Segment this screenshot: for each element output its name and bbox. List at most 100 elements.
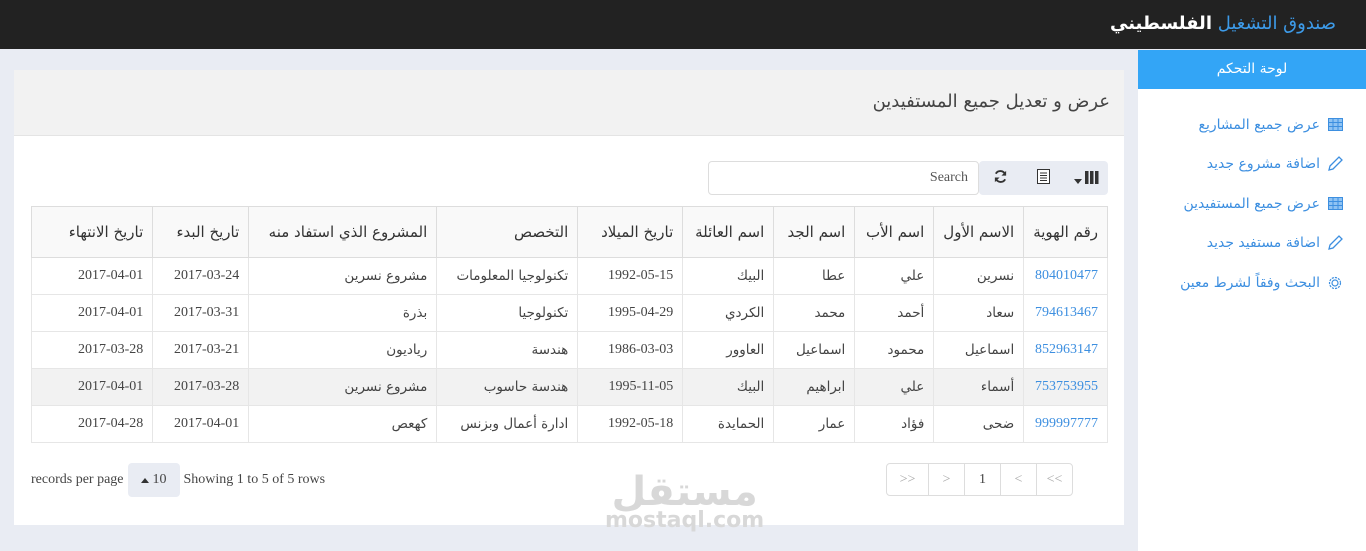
- cell-start-date: 2017-03-28: [152, 368, 250, 406]
- columns-icon: [1085, 169, 1099, 188]
- page-size-select[interactable]: 10: [127, 463, 180, 497]
- beneficiary-id-link[interactable]: 794613467: [1035, 305, 1098, 320]
- table-header-row: رقم الهوية الاسم الأول اسم الأب اسم الجد…: [30, 206, 1108, 258]
- cell-family-name: العاوور: [682, 331, 775, 369]
- cell-end-date: 2017-04-01: [30, 368, 154, 406]
- sidebar-item-label: اضافة مستفيد جديد: [1206, 235, 1320, 252]
- beneficiary-id-link[interactable]: 753753955: [1035, 379, 1098, 394]
- top-navbar: صندوق التشغيل الفلسطيني: [0, 0, 1366, 49]
- table-row[interactable]: 794613467 سعاد أحمد محمد الكردي 1995-04-29 تكن…: [30, 294, 1108, 332]
- page-first-button[interactable]: <<: [1036, 464, 1072, 495]
- gear-icon: [1326, 274, 1344, 292]
- cell-specialization: هندسة حاسوب: [436, 368, 579, 406]
- cell-grandfather-name: عمار: [773, 405, 856, 443]
- table-row[interactable]: 804010477 نسرين علي عطا البيك 1992-05-15 تكنول…: [30, 257, 1108, 295]
- col-father-name[interactable]: اسم الأب: [854, 206, 935, 258]
- cell-start-date: 2017-03-21: [152, 331, 250, 369]
- cell-id: 753753955: [1023, 368, 1108, 406]
- caret-up-icon: [140, 472, 149, 488]
- beneficiaries-table: رقم الهوية الاسم الأول اسم الأب اسم الجد…: [30, 206, 1108, 443]
- cell-birth-date: 1986-03-03: [577, 331, 684, 369]
- pencil-icon: [1326, 155, 1344, 173]
- sidebar-item-label: اضافة مشروع جديد: [1206, 156, 1320, 173]
- records-per-page-label: records per page: [31, 472, 124, 487]
- cell-family-name: البيك: [682, 257, 775, 295]
- sidebar-item-label: البحث وفقاً لشرط معين: [1180, 274, 1320, 291]
- cell-end-date: 2017-04-28: [30, 405, 154, 443]
- cell-birth-date: 1992-05-18: [577, 405, 684, 443]
- col-project[interactable]: المشروع الذي استفاد منه: [248, 206, 438, 258]
- cell-project: كهعص: [248, 405, 438, 443]
- cell-start-date: 2017-03-31: [152, 294, 250, 332]
- toggle-view-button[interactable]: [1022, 161, 1065, 195]
- cell-father-name: فؤاد: [854, 405, 935, 443]
- sidebar-header[interactable]: لوحة التحكم: [1138, 50, 1366, 89]
- cell-start-date: 2017-04-01: [152, 405, 250, 443]
- cell-grandfather-name: محمد: [773, 294, 856, 332]
- pagination-info: records per page 10 Showing 1 to 5 of 5 …: [31, 463, 325, 497]
- sidebar-item-add-project[interactable]: اضافة مشروع جديد: [1138, 145, 1366, 185]
- cell-father-name: علي: [854, 257, 935, 295]
- page-last-button[interactable]: >>: [887, 464, 928, 495]
- main-panel: عرض و تعديل جميع المستفيدين رقم الهوية: [14, 70, 1124, 525]
- cell-project: مشروع نسرين: [248, 257, 438, 295]
- col-end-date[interactable]: تاريخ الانتهاء: [30, 206, 154, 258]
- cell-father-name: أحمد: [854, 294, 935, 332]
- col-first-name[interactable]: الاسم الأول: [933, 206, 1025, 258]
- table-icon: [1326, 195, 1344, 213]
- table-icon: [1326, 116, 1344, 134]
- cell-family-name: الحمايدة: [682, 405, 775, 443]
- cell-specialization: هندسة: [436, 331, 579, 369]
- cell-id: 794613467: [1023, 294, 1108, 332]
- col-grandfather-name[interactable]: اسم الجد: [773, 206, 856, 258]
- col-specialization[interactable]: التخصص: [436, 206, 579, 258]
- sidebar-item-add-beneficiary[interactable]: اضافة مستفيد جديد: [1138, 224, 1366, 264]
- table-row[interactable]: 999997777 ضحى فؤاد عمار الحمايدة 1992-05-18 اد…: [30, 405, 1108, 443]
- list-icon: [1037, 168, 1050, 188]
- columns-dropdown-button[interactable]: [1065, 161, 1108, 195]
- cell-father-name: محمود: [854, 331, 935, 369]
- sidebar-item-view-projects[interactable]: عرض جميع المشاريع: [1138, 105, 1366, 145]
- brand-title[interactable]: صندوق التشغيل الفلسطيني: [1110, 13, 1336, 34]
- cell-grandfather-name: ابراهيم: [773, 368, 856, 406]
- refresh-icon: [993, 169, 1008, 188]
- search-input[interactable]: [708, 161, 979, 195]
- cell-id: 852963147: [1023, 331, 1108, 369]
- col-start-date[interactable]: تاريخ البدء: [152, 206, 250, 258]
- beneficiary-id-link[interactable]: 999997777: [1035, 416, 1098, 431]
- refresh-button[interactable]: [979, 161, 1022, 195]
- page-prev-button[interactable]: <: [1000, 464, 1036, 495]
- cell-end-date: 2017-04-01: [30, 294, 154, 332]
- cell-id: 999997777: [1023, 405, 1108, 443]
- cell-start-date: 2017-03-24: [152, 257, 250, 295]
- cell-father-name: علي: [854, 368, 935, 406]
- page-size-value: 10: [152, 472, 167, 487]
- cell-project: رياديون: [248, 331, 438, 369]
- cell-end-date: 2017-04-01: [30, 257, 154, 295]
- sidebar-item-search-condition[interactable]: البحث وفقاً لشرط معين: [1138, 263, 1366, 303]
- page-title: عرض و تعديل جميع المستفيدين: [14, 70, 1124, 136]
- cell-first-name: ضحى: [933, 405, 1025, 443]
- table-row[interactable]: 753753955 أسماء علي ابراهيم البيك 1995-11-05 ه…: [30, 368, 1108, 406]
- cell-end-date: 2017-03-28: [30, 331, 154, 369]
- table-row[interactable]: 852963147 اسماعيل محمود اسماعيل العاوور 1986-…: [30, 331, 1108, 369]
- cell-family-name: الكردي: [682, 294, 775, 332]
- page-current-button[interactable]: 1: [964, 464, 1000, 495]
- cell-first-name: أسماء: [933, 368, 1025, 406]
- beneficiary-id-link[interactable]: 804010477: [1035, 268, 1098, 283]
- sidebar-item-label: عرض جميع المستفيدين: [1183, 195, 1321, 212]
- cell-first-name: نسرين: [933, 257, 1025, 295]
- table-toolbar: [979, 161, 1108, 195]
- col-family-name[interactable]: اسم العائلة: [682, 206, 775, 258]
- cell-birth-date: 1995-04-29: [577, 294, 684, 332]
- cell-birth-date: 1992-05-15: [577, 257, 684, 295]
- cell-birth-date: 1995-11-05: [577, 368, 684, 406]
- page-next-button[interactable]: >: [928, 464, 964, 495]
- col-id[interactable]: رقم الهوية: [1023, 206, 1108, 258]
- sidebar: لوحة التحكم عرض جميع المشاريع اضافة مشرو…: [1138, 50, 1366, 551]
- sidebar-item-view-beneficiaries[interactable]: عرض جميع المستفيدين: [1138, 184, 1366, 224]
- cell-grandfather-name: عطا: [773, 257, 856, 295]
- beneficiary-id-link[interactable]: 852963147: [1035, 342, 1098, 357]
- cell-specialization: تكنولوجيا: [436, 294, 579, 332]
- col-birth-date[interactable]: تاريخ الميلاد: [577, 206, 684, 258]
